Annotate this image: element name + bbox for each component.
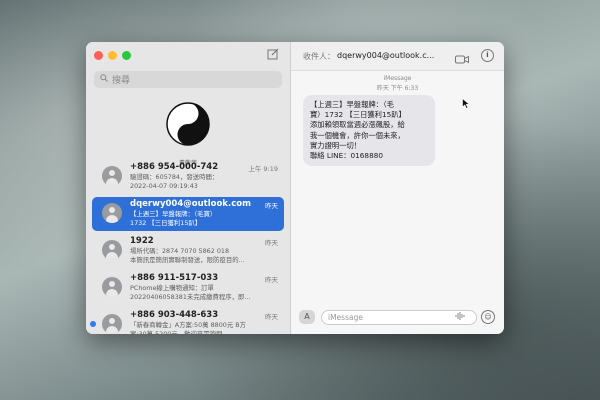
contact-avatar (102, 314, 122, 334)
pinned-avatar (166, 102, 210, 146)
conversation-header: 收件人： dqerwy004@outlook.c... i (291, 42, 504, 71)
messages-window: 搜尋 黃敬萍 +886 954-000-742 上午 9:19 驗證碼：6057… (86, 42, 504, 334)
conversation-time: 昨天 (265, 313, 278, 321)
conversation-preview: 「新春商轉金」A方案:50萬 8800元 B方 案:30萬 5200元，歡迎來電… (130, 321, 247, 334)
message-input[interactable]: iMessage (321, 310, 477, 325)
conversation-item[interactable]: +886 911-517-033 昨天 PChome線上購物通知：訂單 2022… (92, 271, 284, 305)
recipient-label: 收件人： (303, 52, 335, 61)
conversation-time: 昨天 (265, 239, 278, 247)
recipient-address[interactable]: dqerwy004@outlook.c... (337, 51, 434, 60)
service-label: iMessage (383, 75, 412, 82)
conversation-name: 1922 (130, 236, 154, 246)
conversation-time: 上午 9:19 (248, 165, 278, 173)
emoji-icon[interactable]: ☺ (481, 310, 495, 324)
conversation-item[interactable]: +886 903-448-633 昨天 「新春商轉金」A方案:50萬 8800元… (90, 308, 284, 334)
conversation-item-selected[interactable]: dqerwy004@outlook.com 昨天 【上週三】早盤報牌：（毛寶） … (92, 197, 284, 231)
audio-waveform-icon[interactable] (455, 311, 465, 323)
zoom-window-button[interactable] (122, 51, 131, 60)
conversation-name: +886 954-000-742 (130, 162, 219, 172)
app-store-icon[interactable]: A (299, 310, 315, 324)
conversation-item[interactable]: +886 954-000-742 上午 9:19 驗證碼：605784，發送時間… (92, 160, 284, 194)
compose-icon[interactable] (267, 48, 281, 62)
contact-avatar (102, 240, 122, 260)
search-icon (100, 74, 108, 85)
conversation-time: 昨天 (265, 276, 278, 284)
info-icon[interactable]: i (481, 49, 494, 62)
mouse-pointer-icon (462, 97, 471, 112)
conversation-preview: 驗證碼：605784，發送時間： 2022-04-07 09:19:43 (130, 173, 219, 190)
window-controls (94, 51, 131, 60)
conversation-preview: 【上週三】早盤報牌：（毛寶） 1732 【三日獲利15趴】 (130, 210, 217, 227)
message-composer: A iMessage ☺ (291, 304, 504, 332)
conversation-item[interactable]: 1922 昨天 場所代碼：2874 7070 5862 018 本簡訊是簡訊實聯… (92, 234, 284, 268)
minimize-window-button[interactable] (108, 51, 117, 60)
close-window-button[interactable] (94, 51, 103, 60)
message-timestamp: 昨天 下午 6:33 (376, 85, 419, 92)
conversation-time: 昨天 (265, 202, 278, 210)
search-field[interactable]: 搜尋 (94, 71, 282, 88)
contact-avatar (102, 277, 122, 297)
conversation-name: dqerwy004@outlook.com (130, 199, 251, 209)
search-placeholder: 搜尋 (112, 76, 131, 86)
conversation-name: +886 903-448-633 (130, 310, 219, 320)
received-message-bubble: 【上週三】早盤報牌：（毛 寶）1732 【三日獲利15趴】 添加賴領取當週必漲飆… (303, 95, 435, 167)
conversation-preview: 場所代碼：2874 7070 5862 018 本簡訊是簡訊實聯制發送，限防疫目… (130, 247, 245, 264)
conversation-name: +886 911-517-033 (130, 273, 219, 283)
unread-indicator (90, 321, 96, 327)
sidebar: 搜尋 黃敬萍 +886 954-000-742 上午 9:19 驗證碼：6057… (86, 42, 291, 334)
contact-avatar (102, 166, 122, 186)
video-camera-icon[interactable] (455, 50, 469, 64)
contact-avatar (102, 203, 122, 223)
conversation-preview: PChome線上購物通知：訂單 20220406058381未完成繳費程序，即.… (130, 284, 251, 301)
conversation-pane: 收件人： dqerwy004@outlook.c... i iMessage 昨… (291, 42, 504, 334)
